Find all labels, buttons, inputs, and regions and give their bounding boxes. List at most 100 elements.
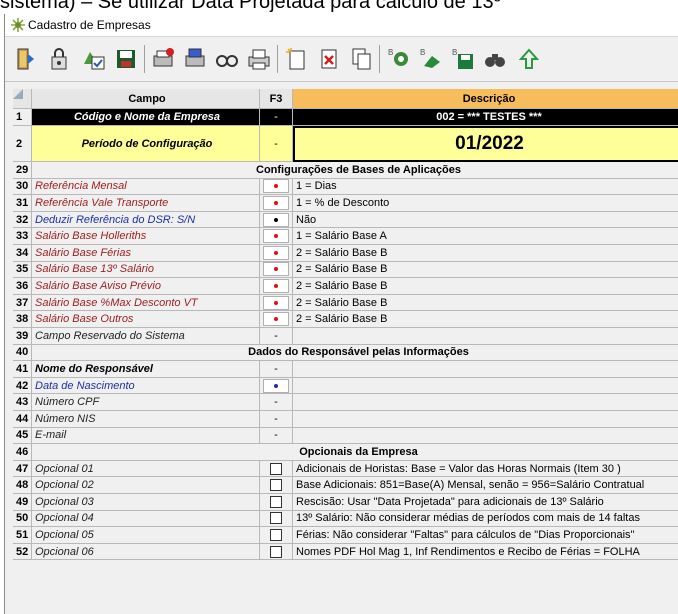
table-row[interactable]: 34 Salário Base Férias 2 = Salário Base B <box>13 245 678 262</box>
select-all-corner[interactable] <box>13 89 23 99</box>
option-checkbox[interactable] <box>260 510 293 528</box>
field-value[interactable] <box>293 394 678 411</box>
table-row[interactable]: 51 Opcional 05 Férias: Não considerar "Fal… <box>13 527 678 544</box>
print-icon[interactable] <box>245 44 273 74</box>
field-value[interactable]: 1 = % de Desconto <box>293 195 678 212</box>
network-b-icon[interactable]: B <box>385 44 413 74</box>
table-row[interactable]: 47 Opcional 01 Adicionais de Horistas: Bas… <box>13 460 678 478</box>
f3-lookup-button[interactable] <box>260 178 293 196</box>
table-row[interactable]: 42 Data de Nascimento <box>13 377 678 395</box>
table-row[interactable]: 49 Opcional 03 Rescisão: Usar "Data Projet… <box>13 494 678 511</box>
field-value[interactable] <box>293 411 678 428</box>
save-icon[interactable] <box>112 44 140 74</box>
save-b-icon[interactable]: B <box>449 44 477 74</box>
lookup-dot-icon[interactable] <box>263 312 289 327</box>
field-value[interactable]: Não <box>293 212 678 229</box>
f3-lookup-button[interactable] <box>260 261 293 279</box>
f3-lookup-button[interactable] <box>260 211 293 229</box>
table-row[interactable]: 30 Referência Mensal 1 = Dias <box>13 178 678 196</box>
glasses-preview-icon[interactable] <box>213 44 241 74</box>
lookup-dot-icon[interactable] <box>263 378 289 393</box>
checkbox-box[interactable] <box>270 545 282 558</box>
field-value[interactable] <box>293 378 678 395</box>
f3-lookup-button[interactable] <box>260 294 293 312</box>
f3-lookup-button[interactable] <box>260 311 293 328</box>
table-row[interactable]: 44 Número NIS - <box>13 411 678 428</box>
table-row[interactable]: 48 Opcional 02 Base Adicionais: 851=Base(A… <box>13 477 678 494</box>
new-document-icon[interactable] <box>283 44 311 74</box>
header-f3[interactable]: F3 <box>260 89 293 109</box>
lookup-dot-icon[interactable] <box>263 212 289 227</box>
f3-lookup-button[interactable] <box>260 228 293 245</box>
option-checkbox[interactable] <box>260 494 293 511</box>
copy-document-icon[interactable] <box>347 44 375 74</box>
table-row[interactable]: 45 E-mail - <box>13 427 678 445</box>
checkbox-box[interactable] <box>270 479 282 492</box>
checkbox-box[interactable] <box>270 462 282 475</box>
lock-icon[interactable] <box>45 44 73 74</box>
table-row[interactable]: 36 Salário Base Aviso Prévio 2 = Salário B… <box>13 278 678 295</box>
table-row[interactable]: 43 Número CPF - <box>13 394 678 411</box>
field-value[interactable]: Adicionais de Horistas: Base = Valor das… <box>293 461 678 478</box>
option-checkbox[interactable] <box>260 527 293 544</box>
row-company-code[interactable]: 1 Código e Nome da Empresa - 002 = *** T… <box>13 109 678 126</box>
svg-text:B: B <box>388 48 393 57</box>
table-row[interactable]: 32 Deduzir Referência do DSR: S/N Não <box>13 211 678 229</box>
print-warning-icon[interactable] <box>149 44 177 74</box>
period-input[interactable]: 01/2022 <box>293 126 678 162</box>
f3-lookup-button[interactable] <box>260 245 293 262</box>
lookup-dot-icon[interactable] <box>263 295 289 310</box>
delete-document-icon[interactable] <box>315 44 343 74</box>
table-row[interactable]: 52 Opcional 06 Nomes PDF Hol Mag 1, Inf Re… <box>13 543 678 561</box>
f3-lookup-button[interactable] <box>260 195 293 212</box>
lookup-dot-icon[interactable] <box>263 229 289 244</box>
field-value[interactable]: 2 = Salário Base B <box>293 311 678 328</box>
field-label: Opcional 03 <box>32 494 260 511</box>
checkbox-box[interactable] <box>270 528 282 541</box>
field-value[interactable] <box>293 328 678 345</box>
table-row[interactable]: 41 Nome do Responsável - <box>13 361 678 378</box>
checkbox-box[interactable] <box>270 495 282 508</box>
lookup-dot-icon[interactable] <box>263 262 289 277</box>
lookup-dot-icon[interactable] <box>263 179 289 194</box>
f3-lookup-button[interactable] <box>260 278 293 295</box>
row-period[interactable]: 2 Período de Configuração - 01/2022 <box>13 126 678 162</box>
field-value[interactable]: 2 = Salário Base B <box>293 278 678 295</box>
arrow-up-icon[interactable] <box>515 44 543 74</box>
field-value[interactable]: Nomes PDF Hol Mag 1, Inf Rendimentos e R… <box>293 544 678 561</box>
exit-icon[interactable] <box>13 44 41 74</box>
table-row[interactable]: 39 Campo Reservado do Sistema - <box>13 328 678 345</box>
field-value[interactable] <box>293 361 678 378</box>
table-row[interactable]: 50 Opcional 04 13º Salário: Não considerar… <box>13 510 678 528</box>
lookup-dot-icon[interactable] <box>263 278 289 293</box>
field-value[interactable]: Rescisão: Usar "Data Projetada" para adi… <box>293 494 678 511</box>
table-row[interactable]: 35 Salário Base 13º Salário 2 = Salário Ba… <box>13 261 678 279</box>
field-value[interactable]: 1 = Salário Base A <box>293 228 678 245</box>
field-value[interactable]: 2 = Salário Base B <box>293 295 678 312</box>
table-row[interactable]: 37 Salário Base %Max Desconto VT 2 = Salár… <box>13 294 678 312</box>
header-descricao[interactable]: Descrição <box>293 89 678 109</box>
field-value[interactable]: 1 = Dias <box>293 179 678 196</box>
binoculars-icon[interactable] <box>481 44 509 74</box>
export-b-icon[interactable]: B <box>417 44 445 74</box>
f3-lookup-button[interactable] <box>260 377 293 395</box>
field-value[interactable]: Base Adicionais: 851=Base(A) Mensal, sen… <box>293 477 678 494</box>
field-value[interactable]: 2 = Salário Base B <box>293 245 678 262</box>
option-checkbox[interactable] <box>260 477 293 494</box>
field-value[interactable] <box>293 428 678 445</box>
checklist-icon[interactable] <box>80 44 108 74</box>
table-row[interactable]: 33 Salário Base Holleriths 1 = Salário Bas… <box>13 228 678 245</box>
company-code-value[interactable]: 002 = *** TESTES *** <box>293 109 678 126</box>
lookup-dot-icon[interactable] <box>263 195 289 210</box>
table-row[interactable]: 38 Salário Base Outros 2 = Salário Base B <box>13 311 678 328</box>
option-checkbox[interactable] <box>260 543 293 561</box>
checkbox-box[interactable] <box>270 512 282 525</box>
option-checkbox[interactable] <box>260 460 293 478</box>
header-campo[interactable]: Campo <box>32 89 260 109</box>
print-preview-icon[interactable] <box>181 44 209 74</box>
field-value[interactable]: 13º Salário: Não considerar médias de pe… <box>293 511 678 528</box>
lookup-dot-icon[interactable] <box>263 245 289 260</box>
field-value[interactable]: Férias: Não considerar "Faltas" para cál… <box>293 527 678 544</box>
table-row[interactable]: 31 Referência Vale Transporte 1 = % de Des… <box>13 195 678 212</box>
field-value[interactable]: 2 = Salário Base B <box>293 262 678 279</box>
